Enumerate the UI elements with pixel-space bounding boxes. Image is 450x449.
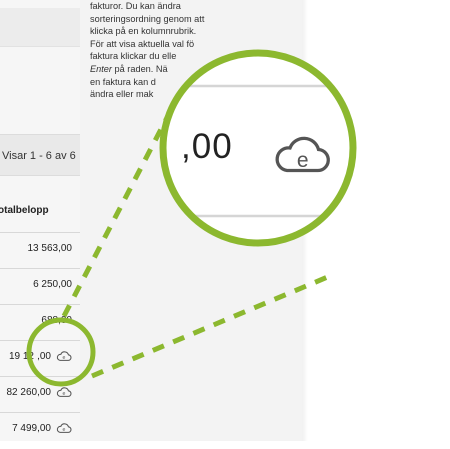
callout-connector-line — [91, 273, 331, 379]
zoom-callout — [26, 49, 357, 387]
e-invoice-cloud-icon: e — [275, 136, 330, 173]
callout-connector-line — [61, 106, 175, 318]
zoom-amount: ,00 — [181, 127, 233, 166]
small-highlight-circle — [26, 317, 96, 387]
svg-text:e: e — [297, 149, 309, 172]
